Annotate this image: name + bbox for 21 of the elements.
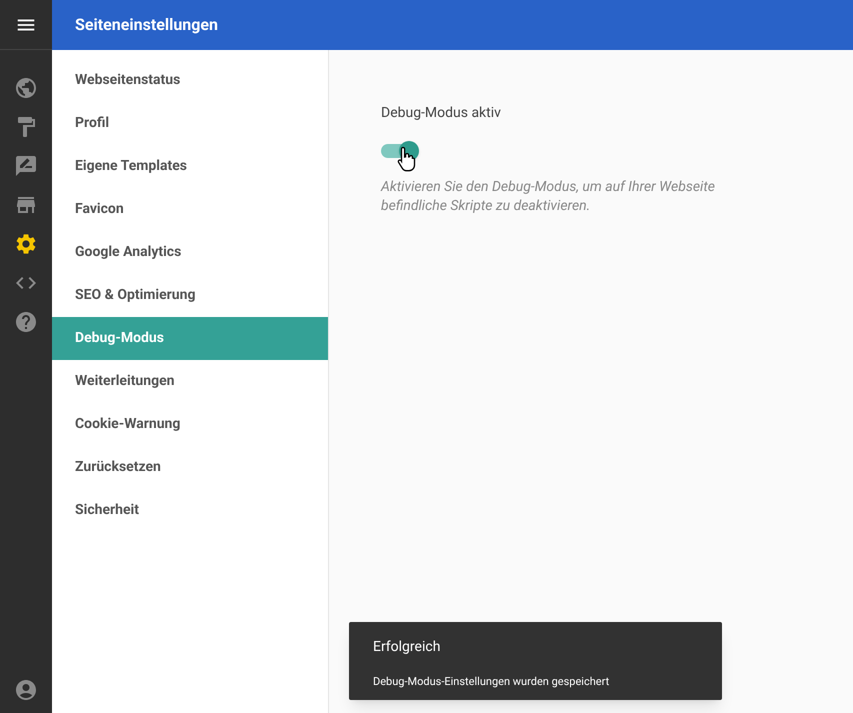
account-icon[interactable] bbox=[14, 678, 38, 702]
sidebar-item[interactable]: Webseitenstatus bbox=[52, 59, 328, 102]
sidebar-item[interactable]: Weiterleitungen bbox=[52, 360, 328, 403]
hand-cursor-icon bbox=[397, 146, 417, 172]
toast-title: Erfolgreich bbox=[373, 638, 442, 657]
setting-label: Debug-Modus aktiv bbox=[381, 104, 502, 123]
settings-icon[interactable] bbox=[14, 232, 38, 256]
sidebar-item[interactable]: Cookie-Warnung bbox=[52, 403, 328, 446]
setting-description: Aktivieren Sie den Debug-Modus, um auf Ihrer Webseite befindliche Skripte zu deaktivieren. bbox=[381, 178, 716, 216]
help-icon[interactable] bbox=[14, 310, 38, 334]
sidebar-item[interactable]: Eigene Templates bbox=[52, 145, 328, 188]
sidebar-item[interactable]: Profil bbox=[52, 102, 328, 145]
toast-message: Debug-Modus-Einstellungen wurden gespeichert bbox=[373, 674, 610, 690]
sidebar-item[interactable]: Google Analytics bbox=[52, 231, 328, 274]
sidebar-item[interactable]: SEO & Optimierung bbox=[52, 274, 328, 317]
sidebar-item[interactable]: Sicherheit bbox=[52, 489, 328, 532]
comment-edit-icon[interactable] bbox=[14, 154, 38, 178]
globe-icon[interactable] bbox=[14, 76, 38, 100]
sidebar-item[interactable]: Favicon bbox=[52, 188, 328, 231]
page-title: Seiteneinstellungen bbox=[75, 14, 218, 36]
sidebar-item[interactable]: Zurücksetzen bbox=[52, 446, 328, 489]
